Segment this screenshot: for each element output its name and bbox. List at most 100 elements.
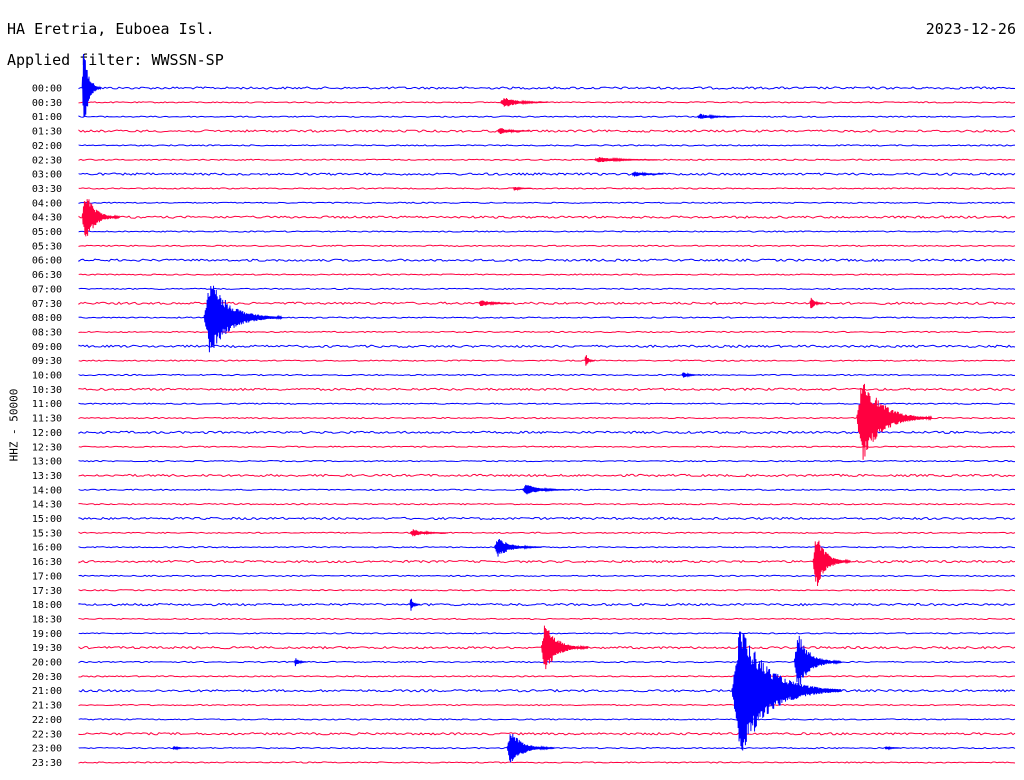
event-waveform xyxy=(172,745,189,751)
event-waveform xyxy=(884,745,901,751)
trace-line xyxy=(78,574,1016,578)
row-label: 15:30 xyxy=(32,528,62,539)
row-label: 21:30 xyxy=(32,701,62,712)
row-label: 01:00 xyxy=(32,112,62,123)
event-waveform xyxy=(506,734,555,763)
event-waveform xyxy=(793,635,842,690)
row-label: 23:00 xyxy=(32,744,62,755)
trace-line xyxy=(78,359,1016,362)
row-label: 11:00 xyxy=(32,399,62,410)
row-label: 00:00 xyxy=(32,84,62,95)
event-waveform xyxy=(697,113,736,120)
trace-line xyxy=(78,445,1016,448)
event-waveform xyxy=(409,598,420,611)
row-label: 05:30 xyxy=(32,241,62,252)
trace-line xyxy=(78,731,1016,736)
trace-line xyxy=(78,172,1016,176)
event-waveform xyxy=(631,171,664,177)
row-label: 04:00 xyxy=(32,198,62,209)
seismogram-chart: 00:00 00:30 01:00 01:30 02:00 02:30 03:00 03:30… xyxy=(32,54,1016,769)
row-label: 01:30 xyxy=(32,127,62,138)
event-waveform xyxy=(497,128,530,135)
row-label: 07:00 xyxy=(32,284,62,295)
row-label: 05:00 xyxy=(32,227,62,238)
trace-line xyxy=(78,215,1016,219)
row-label: 13:30 xyxy=(32,471,62,482)
event-waveform xyxy=(594,156,658,163)
trace-line xyxy=(78,373,1016,377)
row-label: 17:30 xyxy=(32,586,62,597)
row-label: 11:30 xyxy=(32,414,62,425)
trace-line xyxy=(78,718,1016,721)
event-waveform xyxy=(856,383,933,460)
trace-line xyxy=(78,115,1016,118)
event-waveform xyxy=(478,300,511,307)
trace-line xyxy=(78,502,1016,506)
trace-line xyxy=(78,344,1016,349)
trace-line xyxy=(78,559,1016,564)
trace-line xyxy=(78,187,1016,190)
event-waveform xyxy=(522,484,570,495)
row-label: 20:30 xyxy=(32,672,62,683)
row-label: 18:00 xyxy=(32,600,62,611)
trace-line xyxy=(78,230,1016,233)
row-label: 20:00 xyxy=(32,658,62,669)
row-label: 23:30 xyxy=(32,758,62,769)
trace-line xyxy=(78,602,1016,607)
row-label: 08:30 xyxy=(32,327,62,338)
row-label: 22:30 xyxy=(32,729,62,740)
event-waveform xyxy=(294,658,308,667)
row-label: 17:00 xyxy=(32,571,62,582)
row-label: 02:30 xyxy=(32,155,62,166)
row-label: 03:30 xyxy=(32,184,62,195)
trace-line xyxy=(78,761,1016,764)
row-label: 06:30 xyxy=(32,270,62,281)
row-label: 00:30 xyxy=(32,98,62,109)
row-label: 15:00 xyxy=(32,514,62,525)
row-label: 04:30 xyxy=(32,213,62,224)
event-waveform xyxy=(493,538,542,557)
trace-line xyxy=(78,273,1016,276)
trace-line xyxy=(78,531,1016,534)
trace-line xyxy=(78,201,1016,204)
trace-line xyxy=(78,688,1016,693)
row-label: 14:30 xyxy=(32,500,62,511)
event-waveform xyxy=(512,186,533,192)
row-label: 22:00 xyxy=(32,715,62,726)
row-label: 19:30 xyxy=(32,643,62,654)
row-label: 02:00 xyxy=(32,141,62,152)
trace-line xyxy=(78,473,1016,478)
trace-line xyxy=(78,617,1016,621)
row-label: 08:00 xyxy=(32,313,62,324)
trace-line xyxy=(78,244,1016,247)
row-label: 14:00 xyxy=(32,485,62,496)
event-waveform xyxy=(500,98,548,107)
event-waveform xyxy=(584,355,595,366)
event-waveform xyxy=(681,372,702,378)
event-waveform xyxy=(81,54,102,117)
row-label: 06:00 xyxy=(32,256,62,267)
trace-line xyxy=(78,589,1016,592)
row-label: 16:00 xyxy=(32,543,62,554)
trace-line xyxy=(78,86,1016,90)
trace-line xyxy=(78,703,1016,707)
row-label: 12:30 xyxy=(32,442,62,453)
trace-line xyxy=(78,516,1016,521)
trace-line xyxy=(78,144,1016,147)
row-label: 12:00 xyxy=(32,428,62,439)
row-label: 13:00 xyxy=(32,457,62,468)
row-label: 03:00 xyxy=(32,170,62,181)
trace-line xyxy=(78,258,1016,263)
row-label: 09:00 xyxy=(32,342,62,353)
row-label: 10:30 xyxy=(32,385,62,396)
trace-line xyxy=(78,546,1016,549)
trace-line xyxy=(78,675,1016,678)
trace-line xyxy=(78,387,1016,392)
trace-line xyxy=(78,287,1016,291)
trace-line xyxy=(78,158,1015,161)
row-label: 21:00 xyxy=(32,686,62,697)
row-label: 07:30 xyxy=(32,299,62,310)
trace-line xyxy=(78,459,1015,463)
event-waveform xyxy=(809,297,823,309)
row-label: 18:30 xyxy=(32,614,62,625)
